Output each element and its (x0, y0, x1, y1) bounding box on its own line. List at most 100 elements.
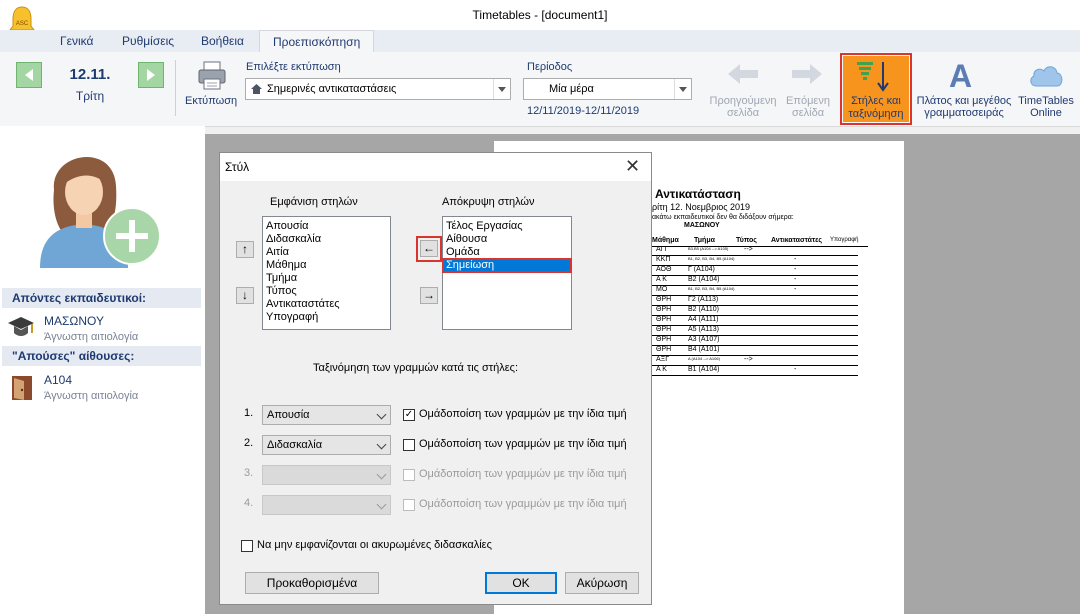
choose-print-combo[interactable]: Σημερινές αντικαταστάσεις (245, 78, 511, 100)
doc-row-subject: Α Κ (656, 366, 667, 373)
sort-column-select-1[interactable]: Απουσία (262, 405, 391, 425)
chevron-down-icon (376, 469, 387, 480)
hide-column-item[interactable]: Ομάδα (443, 246, 571, 259)
choose-print-label: Επιλέξτε εκτύπωση (246, 61, 341, 73)
doc-row: ΘΡΗ Α4 (Α111) (648, 316, 858, 326)
columns-sort-l1: Στήλες και (851, 95, 901, 107)
arrow-left-icon (726, 62, 760, 89)
doc-row-class: Β3,Β5 (Α104 --> Α105) (688, 246, 729, 251)
next-day-button[interactable] (138, 62, 164, 88)
show-column-item[interactable]: Αιτία (263, 246, 390, 259)
show-column-item[interactable]: Υπογραφή (263, 311, 390, 324)
doc-row-subject: Α Κ (656, 276, 667, 283)
sort-row-number: 1. (244, 407, 254, 419)
group-rows-label: Ομάδοποίση των γραμμών με την ίδια τιμή (419, 438, 627, 450)
doc-row-class: Γ (Α104) (688, 266, 715, 273)
absent-teacher-name[interactable]: ΜΑΣΩΝΟΥ (44, 314, 104, 328)
prev-page-button[interactable]: Προηγούμενη σελίδα (703, 95, 783, 119)
arrow-down-icon: ↓ (242, 288, 248, 302)
hide-columns-list[interactable]: Τέλος Εργασίας Αίθουσα Ομάδα Σημείωση (442, 216, 572, 330)
doc-row: ΘΡΗ Γ2 (Α113) (648, 296, 858, 306)
online-button[interactable]: TimeTables Online (1016, 95, 1076, 119)
show-column-item[interactable]: Αντικαταστάτες (263, 298, 390, 311)
tab-help[interactable]: Βοήθεια (201, 34, 244, 48)
doc-row-subs: - (794, 256, 797, 263)
cancel-button[interactable]: Ακύρωση (565, 572, 639, 594)
columns-sort-button[interactable]: Στήλες και ταξινόμηση (843, 56, 909, 122)
doc-row-class: Β1, Β2, Β3, Β4, Β5 (Α104) (688, 286, 735, 291)
group-rows-checkbox-1[interactable]: ✓ (403, 409, 415, 421)
show-columns-list[interactable]: Απουσία Διδασκαλία Αιτία Μάθημα Τμήμα Τύπος Αν… (262, 216, 391, 330)
tab-general[interactable]: Γενικά (60, 34, 93, 48)
print-button-label[interactable]: Εκτύπωση (185, 95, 237, 107)
doc-row-type: --> (744, 246, 753, 253)
doc-row-class: Β1, Β2, Β3, Β4, Β5 (Α104) (688, 256, 735, 261)
doc-col-class: Τμήμα (694, 237, 715, 244)
show-column-item[interactable]: Τύπος (263, 285, 390, 298)
doc-row: ΑΓΓ Β3,Β5 (Α104 --> Α105) --> (648, 246, 858, 256)
arrow-up-icon: ↑ (242, 242, 248, 256)
tab-settings[interactable]: Ρυθμίσεις (122, 34, 174, 48)
doc-row-class: Α5 (Α113) (688, 326, 719, 333)
period-value: Μία μέρα (549, 83, 594, 95)
font-button[interactable]: Πλάτος και μεγέθος γραμματοσειράς (912, 95, 1016, 119)
sort-row-number: 4. (244, 497, 254, 509)
chevron-down-icon (493, 79, 510, 99)
doc-row: ΜΟ Β1, Β2, Β3, Β4, Β5 (Α104) - (648, 286, 858, 296)
columns-sort-l2: ταξινόμηση (848, 108, 904, 120)
ok-button[interactable]: ΟΚ (485, 572, 557, 594)
window-title: Timetables - [document1] (472, 8, 608, 22)
sort-column-select-4 (262, 495, 391, 515)
prev-day-button[interactable] (16, 62, 42, 88)
font-icon: A (949, 58, 973, 94)
doc-col-sign: Υπογραφή (830, 237, 859, 243)
hide-column-item[interactable]: Σημείωση (442, 258, 572, 273)
show-column-button[interactable]: → (420, 287, 438, 304)
sort-column-select-2[interactable]: Διδασκαλία (262, 435, 391, 455)
hide-cancelled-label: Να μην εμφανίζονται οι ακυρωμένες διδασκ… (257, 539, 492, 551)
absent-room-name[interactable]: Α104 (44, 373, 72, 387)
doc-row: ΘΡΗ Α3 (Α107) (648, 336, 858, 346)
group-rows-checkbox-2[interactable] (403, 439, 415, 451)
move-down-button[interactable]: ↓ (236, 287, 254, 304)
move-up-button[interactable]: ↑ (236, 241, 254, 258)
hide-column-button[interactable]: ← (420, 240, 438, 257)
doc-row: ΚΚΠ Β1, Β2, Β3, Β4, Β5 (Α104) - (648, 256, 858, 266)
period-combo[interactable]: Μία μέρα (523, 78, 692, 100)
group-rows-label: Ομάδοποίση των γραμμών με την ίδια τιμή (419, 408, 627, 420)
doc-row: ΑΞΓ Α (Α104 --> Α106) --> (648, 356, 858, 366)
online-l2: Online (1030, 107, 1062, 119)
doc-row: Α Κ Β1 (Α104) - (648, 366, 858, 376)
font-l1: Πλάτος και μεγέθος (916, 95, 1012, 107)
printer-icon[interactable] (196, 60, 228, 92)
close-icon[interactable]: ✕ (625, 156, 640, 177)
show-column-item[interactable]: Διδασκαλία (263, 233, 390, 246)
weekday-label: Τρίτη (75, 89, 105, 103)
home-icon (250, 83, 263, 98)
hide-cancelled-checkbox[interactable] (241, 540, 253, 552)
doc-row-subject: ΘΡΗ (656, 296, 672, 303)
doc-row-subject: ΘΡΗ (656, 316, 672, 323)
dialog-titlebar: Στύλ ✕ (220, 153, 651, 181)
show-column-item[interactable]: Τμήμα (263, 272, 390, 285)
doc-row-subject: ΘΡΗ (656, 326, 672, 333)
date-label: 12.11. (69, 66, 111, 83)
doc-row-subject: ΑΓΓ (656, 246, 669, 253)
sort-column-select-3 (262, 465, 391, 485)
show-column-item[interactable]: Απουσία (263, 220, 390, 233)
defaults-button[interactable]: Προκαθορισμένα (245, 572, 379, 594)
arrow-right-icon: → (423, 288, 435, 302)
hide-column-item[interactable]: Τέλος Εργασίας (443, 220, 571, 233)
doc-row-class: Γ2 (Α113) (688, 296, 719, 303)
doc-note: ακάτω εκπαιδευτικοί δεν θα διδάξουν σήμε… (652, 214, 794, 221)
hide-column-item[interactable]: Αίθουσα (443, 233, 571, 246)
show-column-item[interactable]: Μάθημα (263, 259, 390, 272)
doc-row-subs: - (794, 266, 797, 273)
next-page-button[interactable]: Επόμενη σελίδα (780, 95, 836, 119)
triangle-right-icon (147, 69, 155, 81)
next-page-l1: Επόμενη (786, 95, 830, 107)
doc-subtitle: ρίτη 12. Νοεμβριος 2019 (652, 202, 751, 212)
add-user-icon[interactable] (34, 138, 164, 268)
cloud-icon (1028, 62, 1064, 91)
tab-preview[interactable]: Προεπισκόπηση (259, 30, 375, 52)
